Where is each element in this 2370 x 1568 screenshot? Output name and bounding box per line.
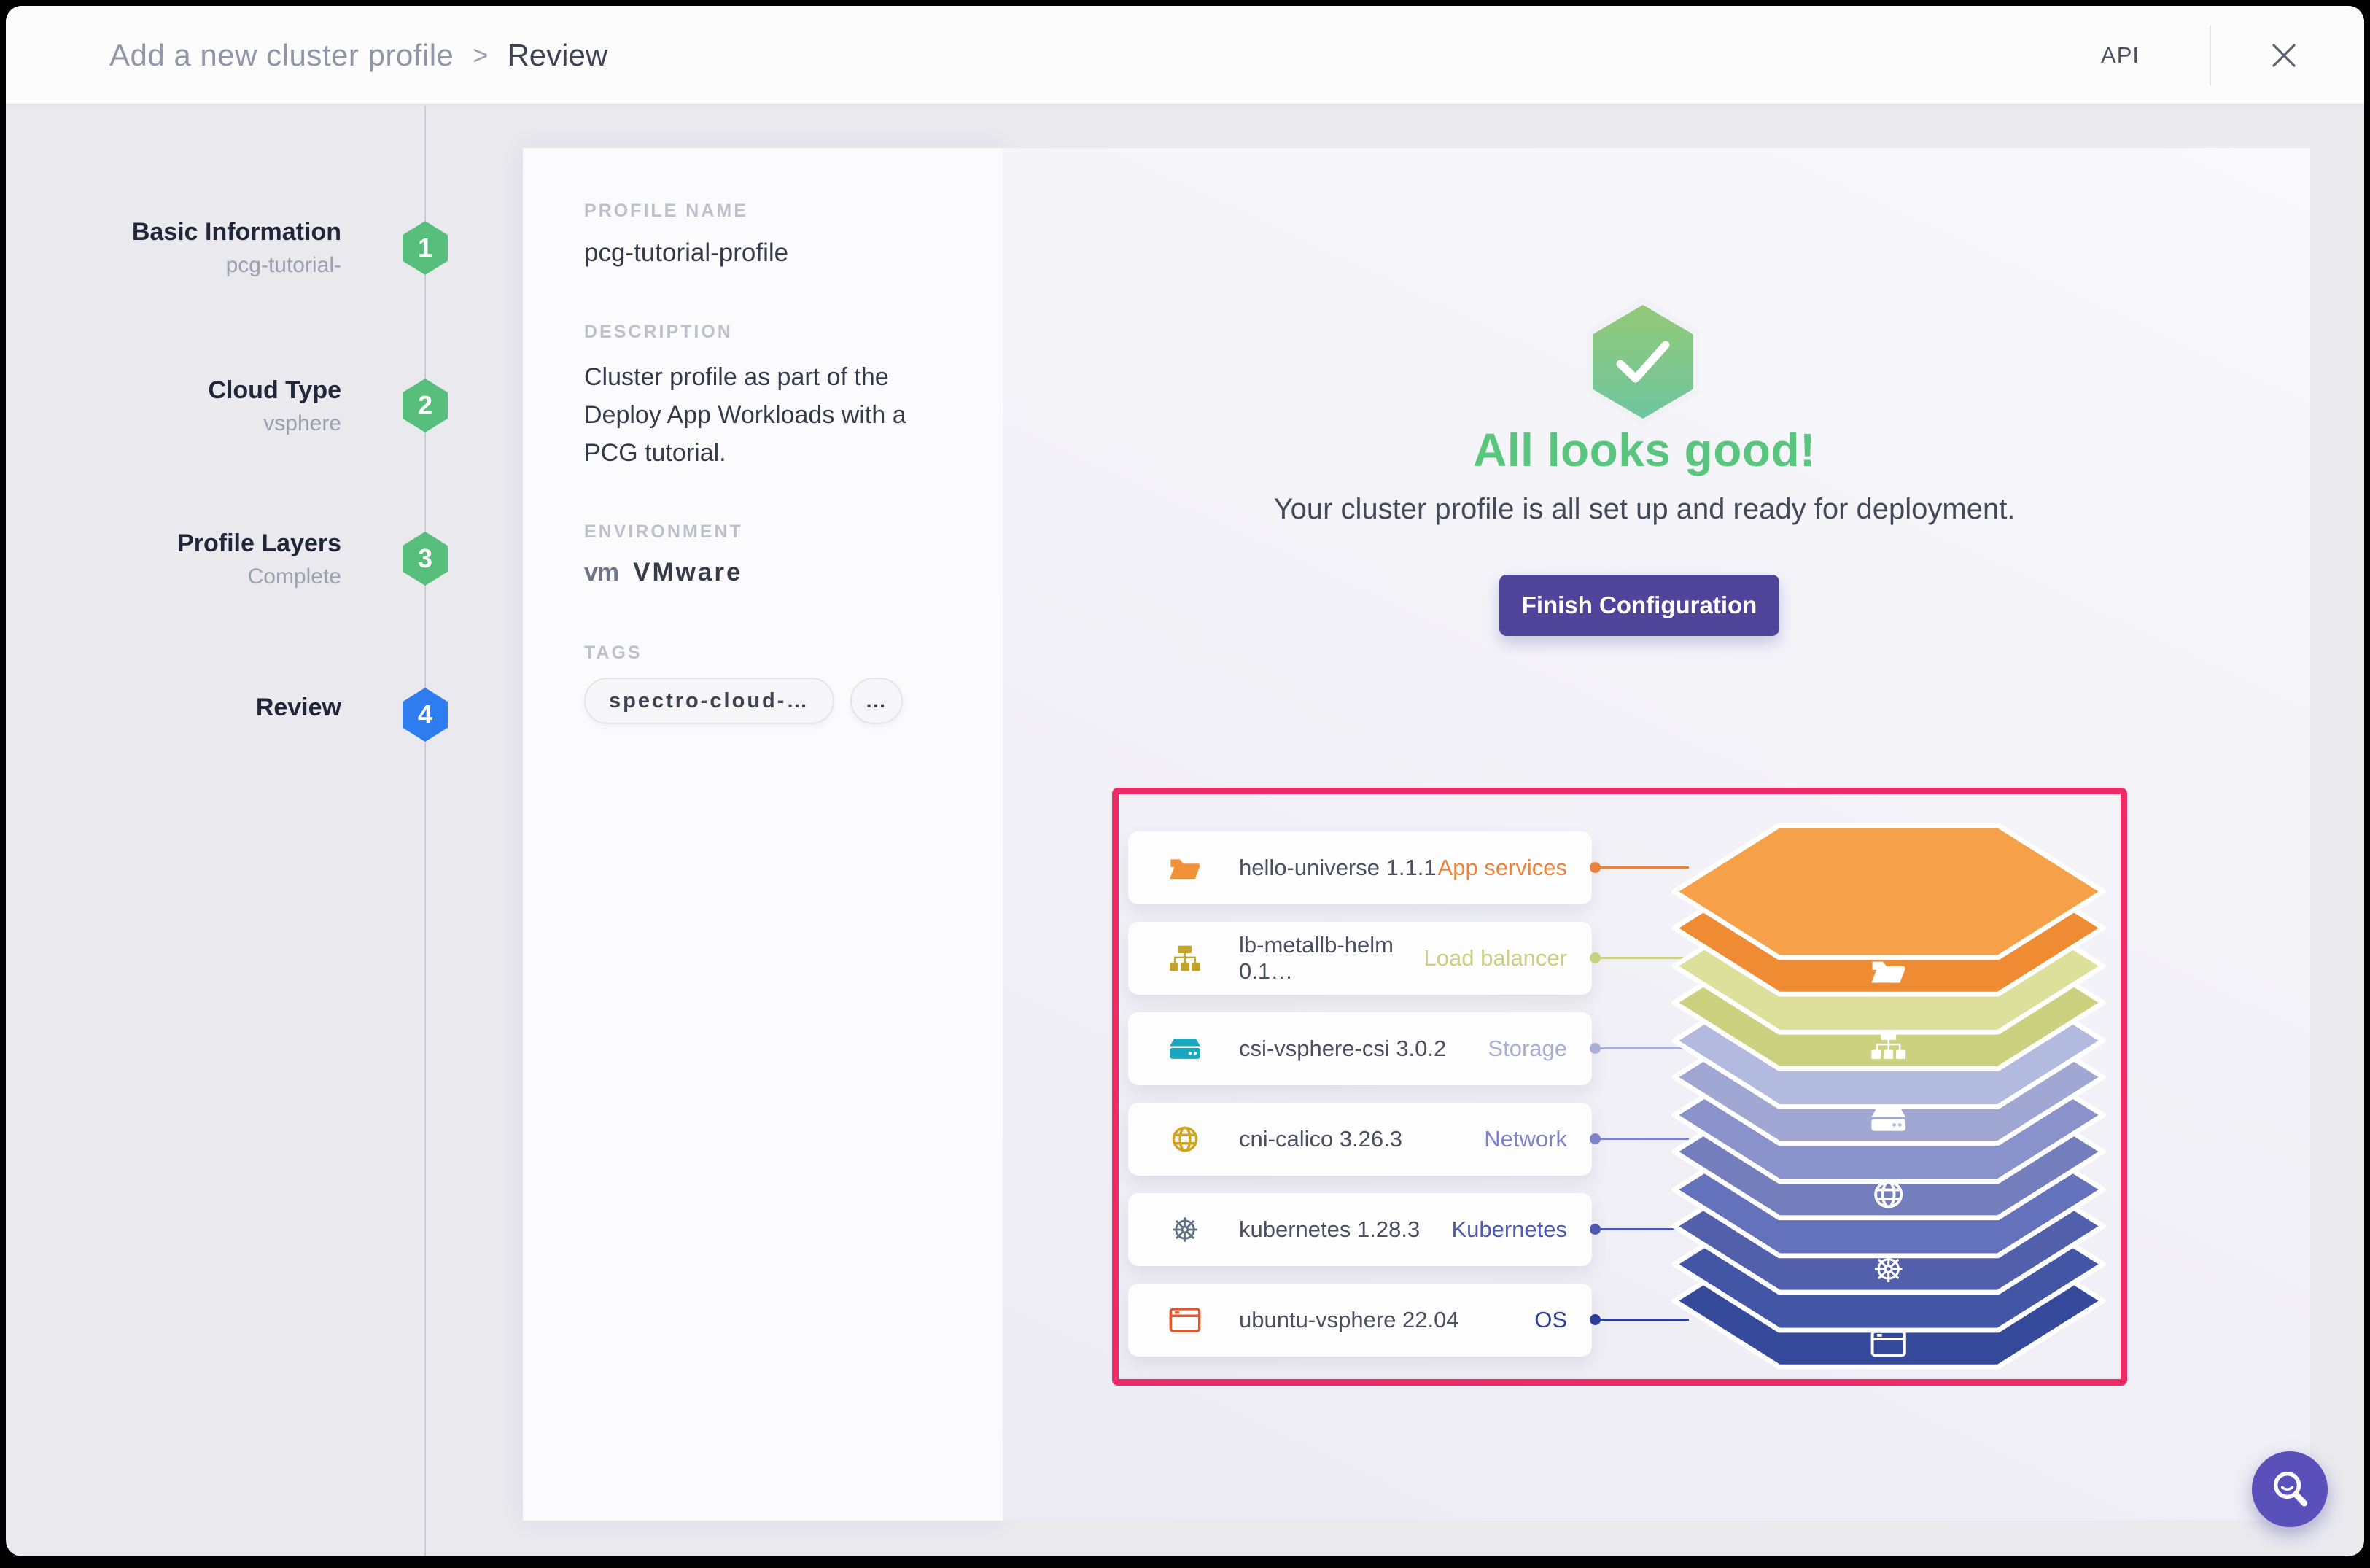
stepper-rail xyxy=(424,106,426,1556)
storage-drive-icon xyxy=(1169,1035,1201,1063)
layer-category: Kubernetes xyxy=(1451,1216,1567,1243)
description-value: Cluster profile as part of the Deploy Ap… xyxy=(584,358,941,472)
profile-name-value: pcg-tutorial-profile xyxy=(584,238,962,268)
environment-row: vm VMware xyxy=(584,558,962,587)
step-sublabel: pcg-tutorial- xyxy=(71,248,341,283)
layer-name: hello-universe 1.1.1 xyxy=(1239,855,1438,881)
connector-dot xyxy=(1590,862,1601,873)
window-frame: Add a new cluster profile > Review API B… xyxy=(0,0,2370,1568)
header-bar: Add a new cluster profile > Review API xyxy=(6,6,2364,106)
layer-category: Storage xyxy=(1488,1036,1567,1062)
step-badge-4: 4 xyxy=(403,688,448,742)
sidebar-step-basic-information[interactable]: Basic Information pcg-tutorial- xyxy=(71,216,341,283)
connector-dot xyxy=(1590,1314,1601,1325)
sidebar-step-review[interactable]: Review xyxy=(71,691,341,723)
vmware-logo-icon: vm xyxy=(584,559,618,587)
connector-dot xyxy=(1590,952,1601,963)
os-window-icon xyxy=(1169,1306,1201,1334)
step-label: Review xyxy=(71,691,341,723)
step-label: Cloud Type xyxy=(71,374,341,406)
breadcrumb: Add a new cluster profile > Review xyxy=(109,38,607,73)
load-balancer-icon xyxy=(1169,944,1201,972)
layer-category: Network xyxy=(1484,1126,1567,1152)
connector-dot xyxy=(1590,1224,1601,1235)
layer-card-network[interactable]: cni-calico 3.26.3 Network xyxy=(1128,1103,1592,1176)
environment-value: VMware xyxy=(633,558,742,587)
layer-stack-illustration xyxy=(1670,821,2107,1370)
search-fab-button[interactable] xyxy=(2252,1451,2328,1527)
profile-name-label: PROFILE NAME xyxy=(584,201,962,222)
tag-more-pill[interactable]: … xyxy=(850,678,903,724)
header-divider xyxy=(2210,26,2211,85)
layer-category: OS xyxy=(1534,1307,1567,1333)
app-screen: Add a new cluster profile > Review API B… xyxy=(6,6,2364,1556)
breadcrumb-current: Review xyxy=(507,38,607,73)
globe-icon xyxy=(1169,1125,1201,1153)
breadcrumb-separator-icon: > xyxy=(473,40,488,71)
magnifier-icon xyxy=(2267,1467,2312,1512)
layer-card-app-services[interactable]: hello-universe 1.1.1 App services xyxy=(1128,831,1592,904)
storage-drive-icon xyxy=(1871,1109,1905,1131)
layer-category: Load balancer xyxy=(1424,945,1568,971)
sidebar-step-profile-layers[interactable]: Profile Layers Complete xyxy=(71,527,341,594)
folder-open-icon xyxy=(1169,854,1201,882)
layer-card-kubernetes[interactable]: kubernetes 1.28.3 Kubernetes xyxy=(1128,1193,1592,1266)
kubernetes-wheel-icon xyxy=(1169,1216,1201,1243)
tags-label: TAGS xyxy=(584,643,962,664)
breadcrumb-parent[interactable]: Add a new cluster profile xyxy=(109,38,454,73)
layer-name: ubuntu-vsphere 22.04 xyxy=(1239,1307,1534,1333)
connector-dot xyxy=(1590,1043,1601,1054)
description-label: DESCRIPTION xyxy=(584,322,962,343)
layer-card-load-balancer[interactable]: lb-metallb-helm 0.1… Load balancer xyxy=(1128,922,1592,995)
step-sublabel: vsphere xyxy=(71,406,341,441)
layer-name: csi-vsphere-csi 3.0.2 xyxy=(1239,1036,1488,1062)
layer-name: kubernetes 1.28.3 xyxy=(1239,1216,1451,1243)
review-title: All looks good! xyxy=(1221,423,2067,477)
step-badge-2: 2 xyxy=(403,379,448,432)
sidebar-step-cloud-type[interactable]: Cloud Type vsphere xyxy=(71,374,341,441)
layer-category: App services xyxy=(1438,855,1567,881)
connector-dot xyxy=(1590,1133,1601,1144)
close-icon xyxy=(2268,39,2300,71)
step-badge-1: 1 xyxy=(403,221,448,275)
profile-summary-panel: PROFILE NAME pcg-tutorial-profile .fld:n… xyxy=(523,148,1003,1521)
checkmark-icon xyxy=(1612,336,1674,387)
header-actions: API xyxy=(2101,26,2300,85)
step-sublabel: Complete xyxy=(71,559,341,594)
step-label: Basic Information xyxy=(71,216,341,248)
layer-card-storage[interactable]: csi-vsphere-csi 3.0.2 Storage xyxy=(1128,1012,1592,1085)
tag-pill[interactable]: spectro-cloud-… xyxy=(584,678,834,724)
step-label: Profile Layers xyxy=(71,527,341,559)
layer-name: lb-metallb-helm 0.1… xyxy=(1239,932,1424,985)
layer-name: cni-calico 3.26.3 xyxy=(1239,1126,1484,1152)
step-badge-3: 3 xyxy=(403,532,448,586)
api-button[interactable]: API xyxy=(2101,42,2140,69)
stack-layer-app-services xyxy=(1674,826,2103,994)
environment-label: ENVIRONMENT xyxy=(584,521,962,543)
layer-card-os[interactable]: ubuntu-vsphere 22.04 OS xyxy=(1128,1284,1592,1357)
tags-row: spectro-cloud-… … xyxy=(584,678,962,724)
close-button[interactable] xyxy=(2268,39,2300,71)
review-subtitle: Your cluster profile is all set up and r… xyxy=(1112,493,2177,526)
finish-configuration-button[interactable]: Finish Configuration xyxy=(1499,575,1779,636)
